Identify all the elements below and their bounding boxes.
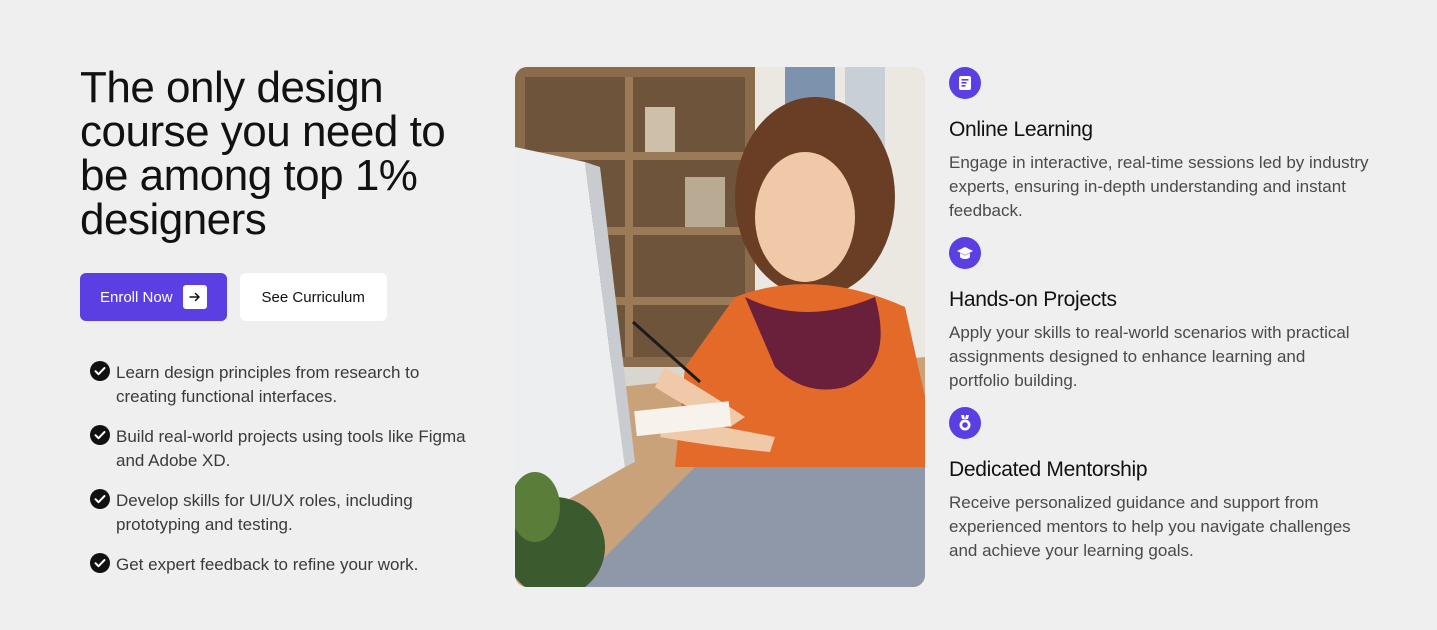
document-icon xyxy=(949,67,981,99)
benefits-list: Learn design principles from research to… xyxy=(80,361,490,577)
cta-row: Enroll Now See Curriculum xyxy=(80,273,490,321)
hero-section: The only design course you need to be am… xyxy=(80,66,490,593)
graduation-cap-icon xyxy=(949,237,981,269)
features-list: Online Learning Engage in interactive, r… xyxy=(949,67,1369,577)
check-circle-icon xyxy=(90,425,110,445)
list-item-text: Build real-world projects using tools li… xyxy=(116,427,466,470)
see-curriculum-button[interactable]: See Curriculum xyxy=(239,273,387,321)
feature-description: Apply your skills to real-world scenario… xyxy=(949,323,1350,390)
list-item-text: Get expert feedback to refine your work. xyxy=(116,555,419,574)
list-item: Learn design principles from research to… xyxy=(90,361,490,409)
enroll-now-label: Enroll Now xyxy=(100,288,173,306)
check-circle-icon xyxy=(90,361,110,381)
arrow-right-icon xyxy=(182,285,207,309)
enroll-now-button[interactable]: Enroll Now xyxy=(80,273,227,321)
feature-hands-on-projects: Hands-on Projects Apply your skills to r… xyxy=(949,237,1369,393)
feature-online-learning: Online Learning Engage in interactive, r… xyxy=(949,67,1369,223)
check-circle-icon xyxy=(90,489,110,509)
list-item-text: Develop skills for UI/UX roles, includin… xyxy=(116,491,413,534)
feature-description: Receive personalized guidance and suppor… xyxy=(949,493,1351,560)
feature-title: Hands-on Projects xyxy=(949,288,1117,311)
feature-title: Online Learning xyxy=(949,118,1093,141)
medal-icon xyxy=(949,407,981,439)
feature-title: Dedicated Mentorship xyxy=(949,458,1148,481)
hero-title: The only design course you need to be am… xyxy=(80,63,446,244)
list-item: Develop skills for UI/UX roles, includin… xyxy=(90,489,490,537)
student-photo xyxy=(515,67,925,587)
list-item: Build real-world projects using tools li… xyxy=(90,425,490,473)
check-circle-icon xyxy=(90,553,110,573)
feature-description: Engage in interactive, real-time session… xyxy=(949,153,1369,220)
list-item: Get expert feedback to refine your work. xyxy=(90,553,490,577)
feature-dedicated-mentorship: Dedicated Mentorship Receive personalize… xyxy=(949,407,1369,563)
list-item-text: Learn design principles from research to… xyxy=(116,363,420,406)
